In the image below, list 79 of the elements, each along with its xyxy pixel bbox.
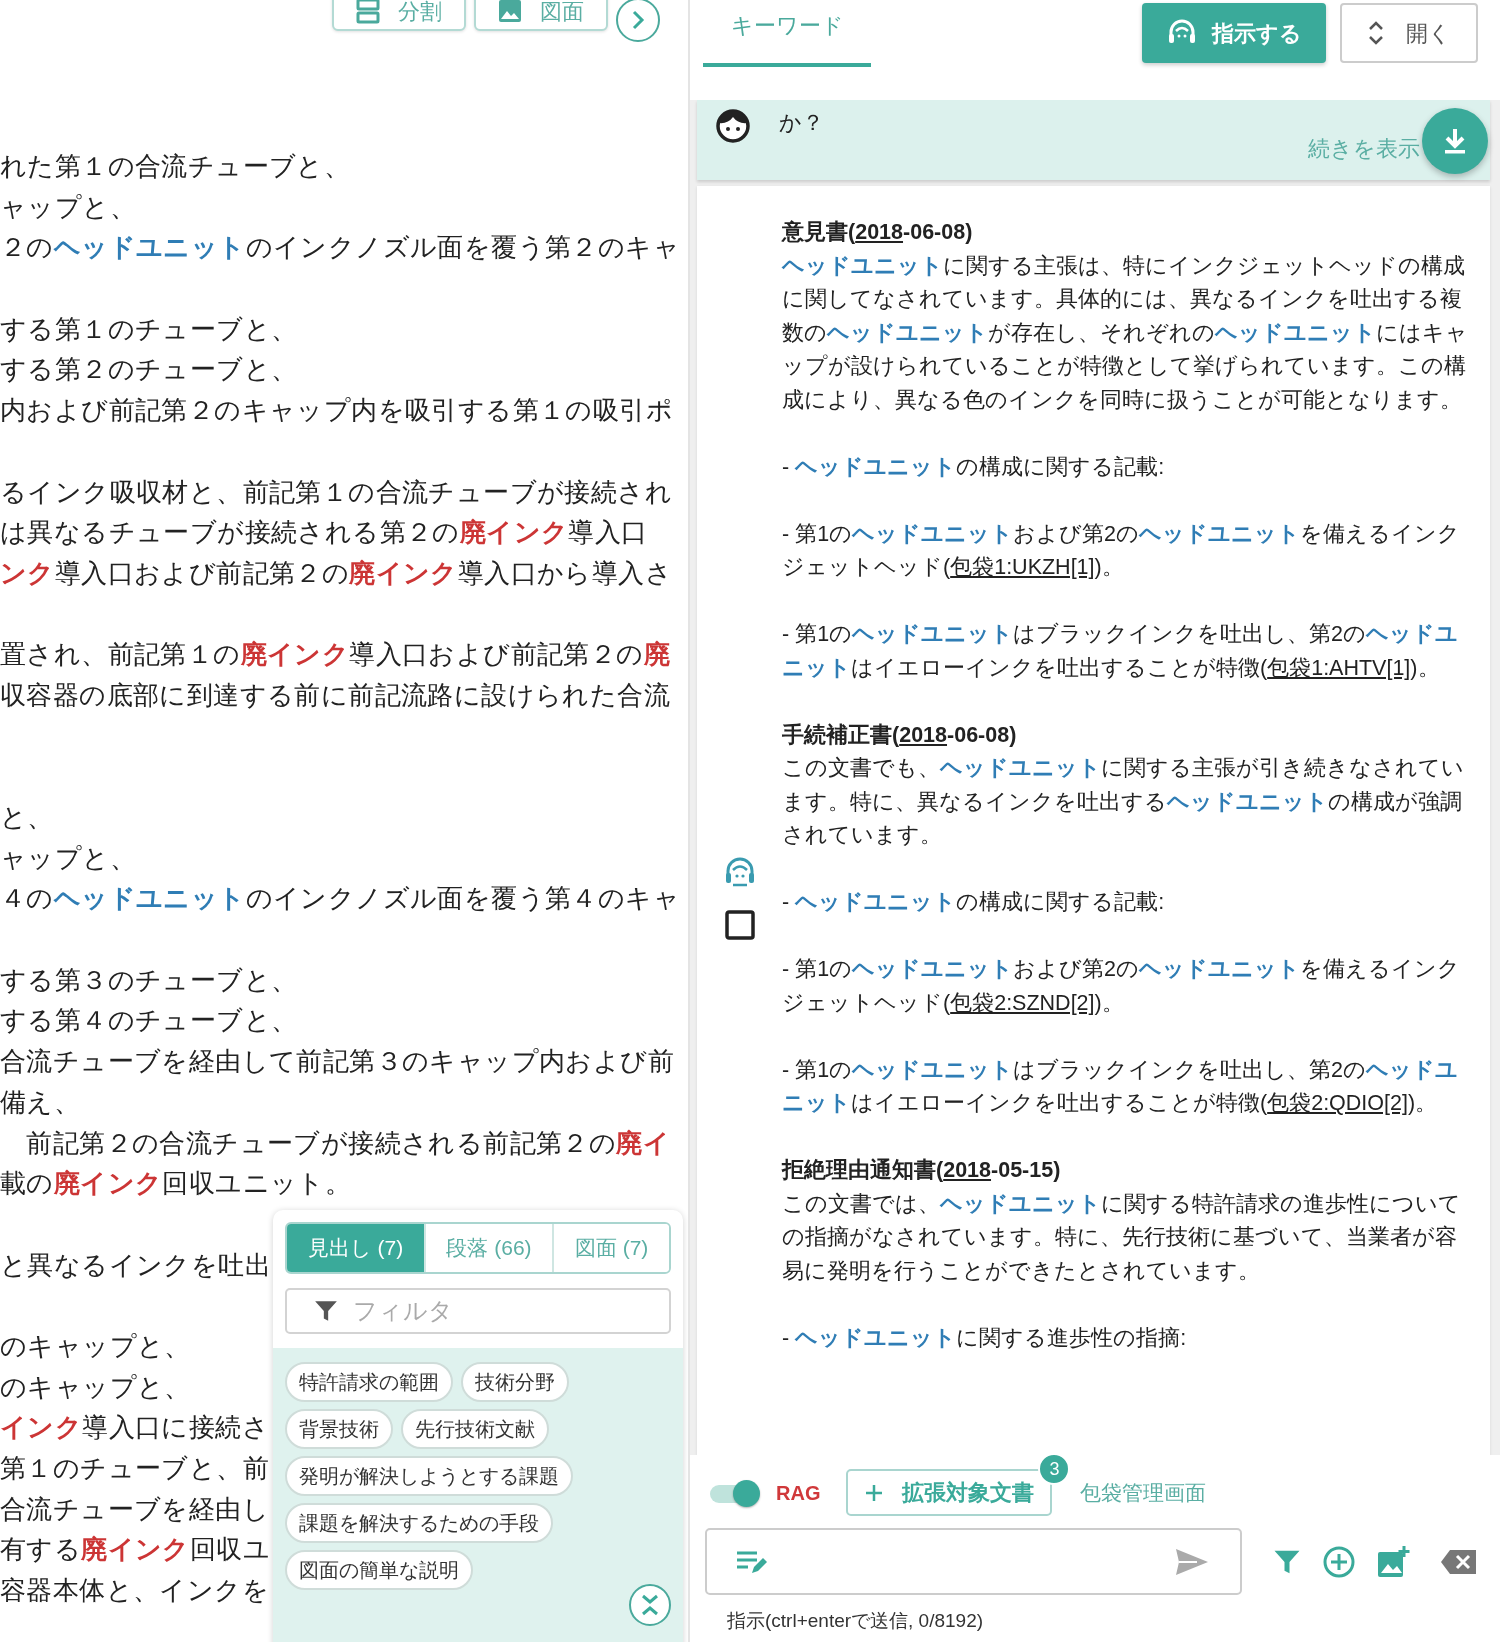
document-link[interactable]: 包袋2:SZND[2] <box>950 990 1095 1015</box>
document-line: 載の廃インク 回収ユニット。 <box>0 1168 352 1199</box>
document-line: 有する廃インク 回収ユ <box>0 1534 270 1565</box>
download-icon <box>1442 127 1468 155</box>
instruction-input[interactable] <box>705 1528 1242 1595</box>
expand-button[interactable]: 開く <box>1340 3 1478 63</box>
next-button[interactable] <box>616 0 660 42</box>
up-down-chevron-icon <box>1367 19 1384 47</box>
document-line: 合流チューブを経由し <box>0 1493 269 1524</box>
document-line: する第４のチューブと、 <box>0 1005 298 1036</box>
heading-chip[interactable]: 背景技術 <box>285 1409 393 1449</box>
clear-icon[interactable] <box>1440 1547 1478 1576</box>
add-circle-icon[interactable] <box>1322 1544 1356 1579</box>
document-line: は異なるチューブが接続される第２の廃インク導入口 <box>0 517 648 548</box>
document-line: する第１のチューブと、 <box>0 313 298 344</box>
filter-input[interactable]: フィルタ <box>353 1293 653 1329</box>
message-text: か？ <box>779 109 824 136</box>
document-line: 第１のチューブと、前 <box>0 1453 269 1483</box>
rag-toggle[interactable] <box>710 1479 760 1506</box>
heading-chip[interactable]: 発明が解決しようとする課題 <box>285 1456 573 1496</box>
heading-chip[interactable]: 図面の簡単な説明 <box>285 1550 473 1590</box>
heading-chip[interactable]: 特許請求の範囲 <box>285 1362 453 1402</box>
document-line: 内および前記第２のキャップ内を吸引する第１の吸引ポ <box>0 395 673 426</box>
document-line: ４のヘッドユニット のインクノズル面を覆う第４のキャ <box>0 883 681 914</box>
document-line: のキャップと、 <box>0 1371 191 1402</box>
chevron-right-icon <box>631 9 645 31</box>
answer-paragraph: - 第1のヘッドユニット はブラックインクを吐出し、第2のヘッドユニット はイエローインクを吐出することが特徴(包袋1:AHTV[1])。 <box>782 621 1460 682</box>
section-heading: 手続補正書(2018-06-08) <box>782 721 1018 749</box>
document-line: と異なるインクを吐出 <box>0 1249 271 1280</box>
document-line: ャップと、 <box>0 191 136 222</box>
date-link[interactable]: 2018 <box>943 1158 991 1182</box>
collapse-chevrons-icon <box>639 1592 661 1618</box>
checkbox[interactable] <box>724 910 755 940</box>
document-line: るインク吸収材と、前記第１の合流チューブが接続され <box>0 476 672 507</box>
document-line: 収容器の底部に到達する前に前記流路に設けられた合流 <box>0 679 670 710</box>
document-line: 備え、 <box>0 1086 81 1117</box>
document-line: 容器本体と、インクを <box>0 1575 269 1606</box>
document-link[interactable]: 包袋1:AHTV[1] <box>1267 655 1411 680</box>
image-icon <box>498 0 522 23</box>
add-image-icon[interactable] <box>1376 1544 1410 1579</box>
answer-paragraph: - 第1のヘッドユニット はブラックインクを吐出し、第2のヘッドユニット はイエローインクを吐出することが特徴(包袋2:QDIO[2])。 <box>782 1056 1460 1117</box>
document-line: インク導入口に接続さ <box>0 1412 269 1443</box>
document-line: 合流チューブを経由して前記第３のキャップ内および前 <box>0 1046 674 1077</box>
document-link[interactable]: 包袋1:UKZH[1] <box>950 555 1095 579</box>
heading-chip[interactable]: 課題を解決するための手段 <box>285 1503 553 1543</box>
document-line: 前記第２の合流チューブが接続される前記第２の廃イ <box>25 1127 670 1158</box>
document-line: 置され、前記第１の廃インク導入口および前記第２の廃 <box>0 639 671 670</box>
plus-icon <box>864 1482 885 1503</box>
answer-paragraph: - ヘッドユニット に関する進歩性の指摘: <box>782 1324 1188 1352</box>
document-line: する第２のチューブと、 <box>0 354 298 385</box>
document-line: ２のヘッドユニット のインクノズル面を覆う第２のキャ <box>0 232 681 263</box>
rag-label: RAG <box>776 1480 821 1506</box>
answer-paragraph: - ヘッドユニット の構成に関する記載: <box>782 889 1166 916</box>
date-link[interactable]: 2018 <box>855 220 903 244</box>
collapse-button[interactable] <box>629 1584 671 1626</box>
person-avatar-icon <box>715 108 751 144</box>
send-icon[interactable] <box>1174 1546 1210 1577</box>
section-heading: 拒絶理由通知書(2018-05-15) <box>782 1157 1062 1184</box>
answer-paragraph: - 第1のヘッドユニット および第2のヘッドユニット を備えるインクジェットヘッド(包袋2:SZND[2])。 <box>782 956 1462 1017</box>
answer-paragraph: ヘッドユニット に関する主張は、特にインクジェットヘッドの構成に関してなされています。具体的には、異なるインクを吐出する複数のヘッドユニット が存在し、それぞれのヘッドユニット にはキャップが設けられていることが特徴として挙げられています。この構成により、異なる色のインクを同時に扱うことが可能となります。 <box>782 252 1469 414</box>
document-line: のキャップと、 <box>0 1330 191 1361</box>
document-line: ンク 導入口および前記第２の廃インク 導入口から導入さ <box>0 557 673 588</box>
document-line: ャップと、 <box>0 842 136 873</box>
input-hint: 指示(ctrl+enterで送信, 0/8192) <box>727 1609 985 1633</box>
answer-paragraph: この文書では、ヘッドユニット に関する特許請求の進歩性についての指摘がなされています。特に、先行技術に基づいて、当業者が容易に発明を行うことができたとされています。 <box>782 1190 1462 1285</box>
document-line: と、 <box>0 802 54 832</box>
document-line: する第３のチューブと、 <box>0 964 298 995</box>
heading-chip[interactable]: 先行技術文献 <box>401 1409 549 1449</box>
count-badge: 3 <box>1038 1453 1071 1485</box>
answer-paragraph: この文書でも、ヘッドユニット に関する主張が引き続きなされています。特に、異なるインクを吐出するヘッドユニット の構成が強調されています。 <box>782 755 1465 849</box>
date-link[interactable]: 2018 <box>899 722 947 747</box>
filter-field[interactable]: フィルタ <box>285 1288 671 1334</box>
answer-paragraph: - ヘッドユニット の構成に関する記載: <box>782 453 1166 481</box>
split-view-icon <box>356 0 380 24</box>
answer-paragraph: - 第1のヘッドユニット および第2のヘッドユニット を備えるインクジェットヘッド(包袋1:UKZH[1])。 <box>782 520 1462 581</box>
document-line: れた第１の合流チューブと、 <box>0 151 351 181</box>
heading-chip[interactable]: 技術分野 <box>461 1362 569 1402</box>
section-heading: 意見書(2018-06-08) <box>782 219 974 246</box>
document-link[interactable]: 包袋2:QDIO[2] <box>1267 1091 1408 1115</box>
